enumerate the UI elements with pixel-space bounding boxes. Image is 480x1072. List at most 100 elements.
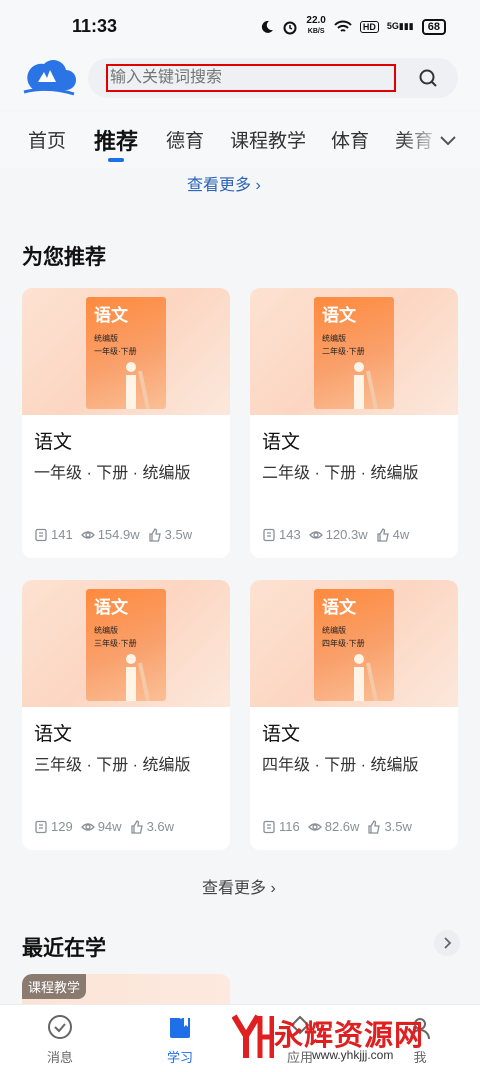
chevron-right-icon (444, 937, 452, 949)
book-cover-grade: 三年级·下册 (94, 639, 137, 648)
book-decoration (354, 654, 378, 701)
book-cover: 语文 统编版 三年级·下册 (86, 589, 166, 701)
like-count: 4w (376, 527, 410, 542)
view-count-value: 120.3w (325, 527, 368, 542)
eye-icon (80, 530, 95, 539)
book-cover-grade: 四年级·下册 (322, 639, 365, 648)
battery-indicator: 68 (421, 18, 446, 35)
course-card[interactable]: 语文 统编版 二年级·下册 语文 二年级 · 下册 · 统编版 143 120.… (250, 288, 458, 558)
eye-icon (308, 530, 323, 539)
book-cover-edition: 统编版 (94, 334, 118, 343)
course-meta: 一年级 · 下册 · 统编版 (34, 465, 191, 482)
lesson-count-value: 143 (279, 527, 301, 542)
thumbs-up-icon (148, 527, 161, 542)
eye-icon (307, 822, 322, 831)
course-cover: 语文 统编版 四年级·下册 (250, 580, 458, 707)
watermark-logo (232, 1014, 274, 1058)
view-count-value: 82.6w (324, 819, 360, 834)
view-count: 154.9w (80, 527, 140, 542)
book-cover-edition: 统编版 (94, 626, 118, 635)
category-tabs: 首页 推荐 德育 课程教学 体育 美育 (0, 112, 480, 168)
like-count-value: 3.5w (384, 819, 412, 834)
book-cover-grade: 一年级·下册 (94, 347, 137, 356)
view-count: 94w (80, 819, 122, 834)
book-decoration (126, 654, 150, 701)
course-cover: 语文 统编版 一年级·下册 (22, 288, 230, 415)
course-stats: 141 154.9w 3.5w (34, 527, 200, 542)
moon-icon (262, 20, 274, 33)
book-cover-title: 语文 (94, 306, 128, 326)
lesson-count-value: 141 (51, 527, 73, 542)
book-cover-title: 语文 (322, 306, 356, 326)
course-cover: 语文 统编版 二年级·下册 (250, 288, 458, 415)
view-count-value: 154.9w (97, 527, 140, 542)
course-title: 语文 (34, 724, 73, 745)
course-meta: 四年级 · 下册 · 统编版 (262, 757, 419, 774)
book-cover: 语文 统编版 四年级·下册 (314, 589, 394, 701)
status-bar: 11:33 22.0 KB/S HD 5G▮▮▮ 68 (0, 0, 480, 54)
speed-value: 22.0 (306, 15, 326, 26)
speed-unit: KB/S (307, 28, 325, 35)
recent-more-button[interactable] (434, 930, 460, 956)
lesson-count-value: 129 (51, 819, 73, 834)
book-decoration (126, 362, 150, 409)
view-count: 82.6w (307, 819, 360, 834)
nav-item-messages[interactable]: 消息 (20, 1013, 100, 1066)
hd-badge: HD (359, 20, 379, 33)
thumbs-up-icon (130, 819, 143, 834)
search-icon[interactable] (418, 68, 438, 88)
see-more-link[interactable]: 查看更多 › (202, 874, 276, 898)
wifi-icon (334, 20, 352, 32)
course-meta: 二年级 · 下册 · 统编版 (262, 465, 419, 482)
status-icons: 22.0 KB/S HD 5G▮▮▮ 68 (260, 16, 446, 37)
lesson-count: 129 (34, 819, 73, 834)
book-icon (35, 820, 47, 833)
section-title-recent: 最近在学 (22, 937, 106, 960)
course-stats: 116 82.6w 3.5w (262, 819, 420, 834)
nav-label-study: 学习 (166, 1050, 193, 1065)
alarm-icon (283, 21, 297, 34)
nav-item-study[interactable]: 学习 (140, 1013, 220, 1066)
book-cover-grade: 二年级·下册 (322, 347, 365, 356)
book-icon (263, 528, 275, 541)
main-content: 查看更多 › 为您推荐 语文 统编版 一年级·下册 语文 一年级 · 下册 · … (0, 168, 480, 1014)
search-bar[interactable] (88, 58, 458, 98)
tab-recommend[interactable]: 推荐 (94, 124, 138, 156)
watermark: 永辉资源网 www.yhkjjj.com (232, 1010, 464, 1066)
course-card[interactable]: 语文 统编版 四年级·下册 语文 四年级 · 下册 · 统编版 116 82.6… (250, 580, 458, 850)
header (0, 54, 480, 110)
course-title: 语文 (34, 432, 73, 453)
book-cover-edition: 统编版 (322, 626, 346, 635)
book-cover: 语文 统编版 一年级·下册 (86, 297, 166, 409)
book-cover: 语文 统编版 二年级·下册 (314, 297, 394, 409)
view-count-value: 94w (97, 819, 122, 834)
signal-icon: 5G▮▮▮ (386, 21, 414, 31)
tab-moral-education[interactable]: 德育 (166, 126, 204, 153)
chevron-down-icon[interactable] (438, 130, 458, 150)
course-card[interactable]: 语文 统编版 三年级·下册 语文 三年级 · 下册 · 统编版 129 94w … (22, 580, 230, 850)
book-cover-title: 语文 (94, 598, 128, 618)
course-card[interactable]: 语文 统编版 一年级·下册 语文 一年级 · 下册 · 统编版 141 154.… (22, 288, 230, 558)
thumbs-up-icon (368, 819, 381, 834)
app-logo[interactable] (20, 56, 76, 96)
course-cover: 语文 统编版 三年级·下册 (22, 580, 230, 707)
lesson-count: 116 (262, 819, 300, 834)
course-stats: 143 120.3w 4w (262, 527, 417, 542)
like-count-value: 3.6w (146, 819, 175, 834)
like-count-value: 4w (392, 527, 410, 542)
book-decoration (354, 362, 378, 409)
like-count: 3.5w (367, 819, 412, 834)
tab-sports[interactable]: 体育 (331, 126, 369, 153)
lesson-count: 141 (34, 527, 73, 542)
search-input[interactable] (106, 64, 396, 92)
course-title: 语文 (262, 432, 301, 453)
lesson-count-value: 116 (279, 819, 300, 834)
see-more-link-top[interactable]: 查看更多 › (187, 171, 261, 195)
eye-icon (80, 822, 95, 831)
like-count-value: 3.5w (164, 527, 193, 542)
tab-course-teaching[interactable]: 课程教学 (230, 126, 306, 153)
network-type: 5G (386, 21, 399, 31)
tab-home[interactable]: 首页 (28, 126, 66, 153)
course-stats: 129 94w 3.6w (34, 819, 182, 834)
course-title: 语文 (262, 724, 301, 745)
